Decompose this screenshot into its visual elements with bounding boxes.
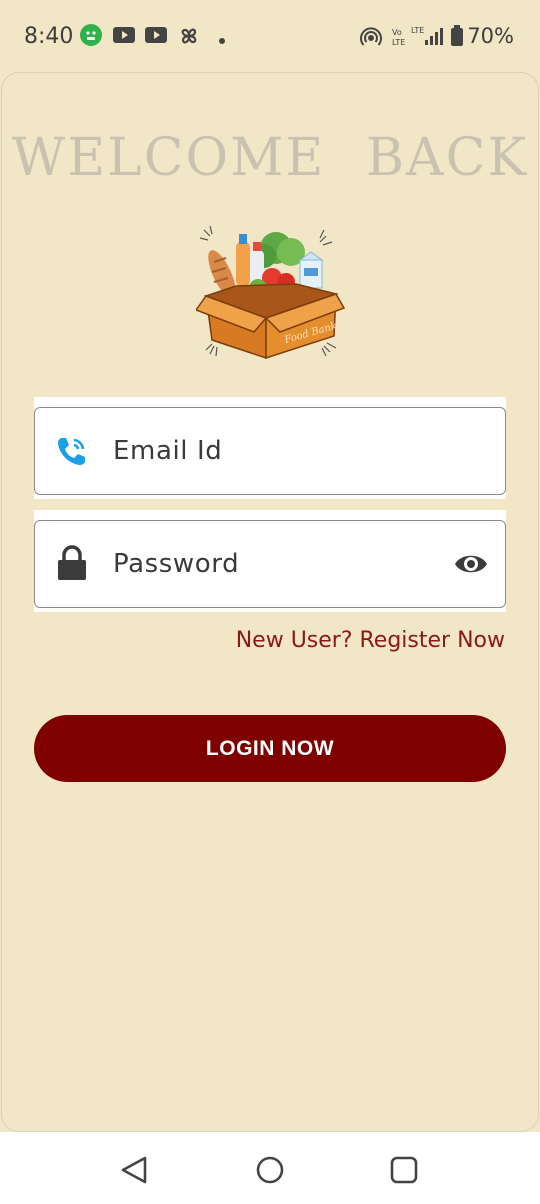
sticker-app-icon <box>80 24 102 51</box>
dot-icon <box>218 32 226 50</box>
food-bank-logo: Food Bank <box>194 222 346 362</box>
svg-text:LTE: LTE <box>411 26 424 35</box>
eye-icon[interactable] <box>453 551 489 577</box>
password-placeholder: Password <box>113 549 240 579</box>
email-field[interactable]: Email Id <box>34 407 506 495</box>
navigation-bar <box>0 1132 540 1204</box>
password-field-container: Password <box>34 510 506 612</box>
volte-icon: Vo LTE <box>392 26 410 53</box>
battery-percent: 70% <box>467 24 514 48</box>
hotspot-icon <box>360 26 382 53</box>
pinwheel-icon <box>177 24 201 53</box>
youtube-icon <box>144 24 168 51</box>
page-title: WELCOME BACK <box>11 128 529 188</box>
password-field[interactable]: Password <box>34 520 506 608</box>
svg-text:Vo: Vo <box>392 28 402 37</box>
register-link[interactable]: New User? Register Now <box>236 628 505 653</box>
email-field-container: Email Id <box>34 397 506 499</box>
back-icon[interactable] <box>118 1154 150 1186</box>
phone-icon <box>55 434 89 468</box>
lock-icon <box>57 545 91 580</box>
status-time: 8:40 <box>24 24 74 49</box>
youtube-icon <box>112 24 136 51</box>
home-icon[interactable] <box>254 1154 286 1186</box>
lte-signal-icon: LTE <box>411 24 443 53</box>
recents-icon[interactable] <box>388 1154 420 1186</box>
svg-text:LTE: LTE <box>392 38 405 47</box>
battery-icon <box>450 25 464 52</box>
login-button[interactable]: LOGIN NOW <box>34 715 506 782</box>
status-bar: 8:40 Vo LTE LTE 70% <box>0 0 540 72</box>
email-placeholder: Email Id <box>113 436 223 466</box>
